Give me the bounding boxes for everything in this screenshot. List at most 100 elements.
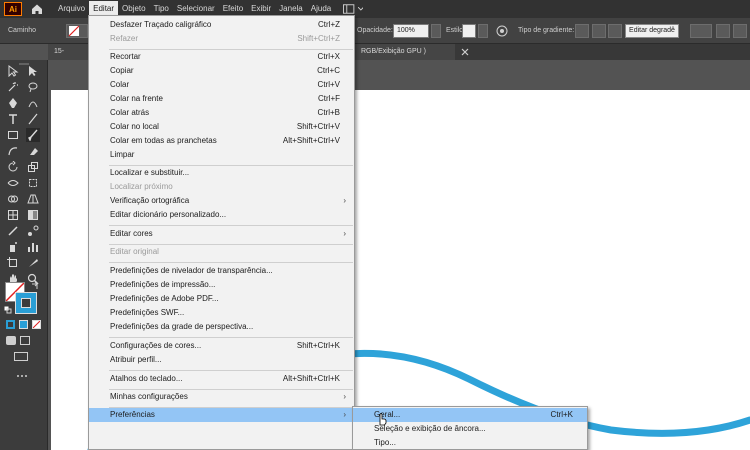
stroke-color-swatch[interactable] [15,292,37,314]
transform-button[interactable] [716,24,730,38]
style-swatch[interactable] [462,24,476,38]
artboard-tool-icon[interactable] [6,256,20,270]
submenu-arrow-icon: › [343,392,346,401]
submenu-item-general[interactable]: Geral... Ctrl+K [353,408,587,422]
fill-swatch[interactable] [66,24,88,38]
shaper-tool-icon[interactable] [6,144,20,158]
workspace-icon[interactable] [343,3,364,15]
menu-item-find-replace[interactable]: Localizar e substituir... [89,166,354,180]
swap-colors-icon[interactable] [31,282,39,290]
direct-selection-tool-icon[interactable] [26,64,40,78]
path-label: Caminho [8,27,37,34]
curvature-tool-icon[interactable] [26,96,40,110]
rectangle-tool-icon[interactable] [6,128,20,142]
submenu-arrow-icon: › [343,410,346,419]
menu-item-swf-presets[interactable]: Predefinições SWF... [89,306,354,320]
menu-item-flattener-presets[interactable]: Predefinições de nivelador de transparên… [89,264,354,278]
menu-item-assign-profile[interactable]: Atribuir perfil... [89,353,354,367]
menu-item-paste-in-back[interactable]: Colar atrás Ctrl+B [89,106,354,120]
linear-gradient-button[interactable] [575,24,589,38]
pen-tool-icon[interactable] [6,96,20,110]
scale-tool-icon[interactable] [26,160,40,174]
mesh-tool-icon[interactable] [6,208,20,222]
menu-item-pdf-presets[interactable]: Predefinições de Adobe PDF... [89,292,354,306]
type-tool-icon[interactable] [6,112,20,126]
symbol-sprayer-tool-icon[interactable] [6,240,20,254]
menu-item-edit-dictionary[interactable]: Editar dicionário personalizado... [89,208,354,222]
lasso-tool-icon[interactable] [26,80,40,94]
chevron-down-icon [357,7,364,11]
menu-item-perspective-presets[interactable]: Predefinições da grade de perspectiva... [89,320,354,334]
menu-item-color-settings[interactable]: Configurações de cores... Shift+Ctrl+K [89,339,354,353]
menu-separator [109,225,353,226]
document-tab-status[interactable]: RGB/Exibição GPU ) [355,44,455,60]
line-tool-icon[interactable] [26,112,40,126]
menu-separator [109,262,353,263]
menu-item-paste[interactable]: Colar Ctrl+V [89,78,354,92]
brush-tool-icon[interactable] [26,128,40,142]
opacity-label: Opacidade: [357,27,393,34]
screen-mode-icon[interactable] [14,352,28,361]
menu-item-copy[interactable]: Copiar Ctrl+C [89,64,354,78]
draw-normal-icon[interactable] [6,336,16,345]
hand-pointer-cursor-icon [379,413,387,426]
slice-tool-icon[interactable] [26,256,40,270]
menu-separator [109,337,353,338]
draw-inside-icon[interactable] [20,336,30,345]
blend-tool-icon[interactable] [26,224,40,238]
eraser-tool-icon[interactable] [26,144,40,158]
column-graph-tool-icon[interactable] [26,240,40,254]
submenu-item-type[interactable]: Tipo... [353,436,587,450]
radial-gradient-button[interactable] [592,24,606,38]
gradient-tool-icon[interactable] [26,208,40,222]
submenu-item-selection-anchor[interactable]: Seleção e exibição de âncora... [353,422,587,436]
menu-item-paste-in-place[interactable]: Colar no local Shift+Ctrl+V [89,120,354,134]
rotate-tool-icon[interactable] [6,160,20,174]
menu-item-print-presets[interactable]: Predefinições de impressão... [89,278,354,292]
recolor-icon[interactable] [496,25,508,37]
tool-panel [0,60,48,450]
menu-item-find-next[interactable]: Localizar próximo [89,180,354,194]
submenu-arrow-icon: › [343,229,346,238]
perspective-grid-tool-icon[interactable] [26,192,40,206]
document-tab[interactable]: 15-painting [48,44,88,71]
width-tool-icon[interactable] [6,176,20,190]
eyedropper-tool-icon[interactable] [6,224,20,238]
menu-item-redo[interactable]: Refazer Shift+Ctrl+Z [89,32,354,46]
menu-item-edit-original[interactable]: Editar original [89,245,354,259]
gradient-mode-icon[interactable] [19,320,28,329]
opacity-arrow[interactable] [431,24,441,38]
menu-arquivo[interactable]: Arquivo [54,1,89,17]
close-icon[interactable] [461,48,469,56]
menu-item-clear[interactable]: Limpar [89,148,354,162]
menu-item-my-settings[interactable]: Minhas configurações › [89,390,354,404]
more-options-button[interactable] [733,24,747,38]
menu-item-paste-in-front[interactable]: Colar na frente Ctrl+F [89,92,354,106]
magic-wand-tool-icon[interactable] [6,80,20,94]
color-mode-icon[interactable] [6,320,15,329]
shape-builder-tool-icon[interactable] [6,192,20,206]
submenu-arrow-icon: › [343,196,346,205]
menu-item-preferences[interactable]: Preferências › [89,408,354,422]
edit-dropdown-menu: Desfazer Traçado caligráfico Ctrl+Z Refaz… [88,15,355,450]
app-logo: Ai [4,2,22,16]
menu-item-keyboard-shortcuts[interactable]: Atalhos do teclado... Alt+Shift+Ctrl+K [89,372,354,386]
freeform-gradient-button[interactable] [608,24,622,38]
menu-separator [109,370,353,371]
free-transform-tool-icon[interactable] [26,176,40,190]
menu-item-edit-colors[interactable]: Editar cores › [89,227,354,241]
menu-item-cut[interactable]: Recortar Ctrl+X [89,50,354,64]
menu-item-undo[interactable]: Desfazer Traçado caligráfico Ctrl+Z [89,18,354,32]
home-icon[interactable] [30,2,44,16]
align-button[interactable] [690,24,712,38]
menu-item-spelling[interactable]: Verificação ortográfica › [89,194,354,208]
gradient-type-label: Tipo de gradiente: [518,27,575,34]
more-tools-icon[interactable] [16,374,28,378]
opacity-field[interactable]: 100% [393,24,429,38]
menu-item-paste-all-artboards[interactable]: Colar em todas as pranchetas Alt+Shift+Ct… [89,134,354,148]
edit-gradient-button[interactable]: Editar degradê [625,24,679,38]
none-mode-icon[interactable] [32,320,41,329]
selection-tool-icon[interactable] [6,64,20,78]
default-colors-icon[interactable] [4,306,12,314]
style-arrow[interactable] [478,24,488,38]
